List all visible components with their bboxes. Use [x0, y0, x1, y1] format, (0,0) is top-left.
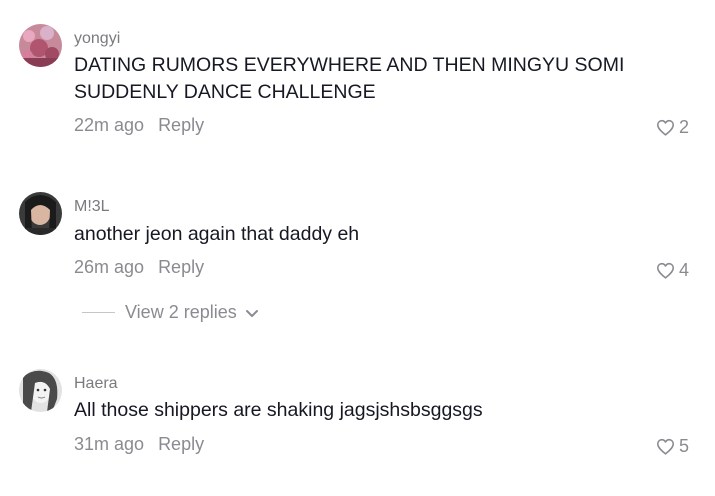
comment-text: another jeon again that daddy eh	[74, 223, 360, 245]
like-count: 4	[678, 260, 689, 280]
heart-outline-icon	[656, 262, 675, 279]
reply-button[interactable]: Reply	[158, 115, 204, 135]
comment-text: All those shippers are shaking jagsjshsb…	[74, 399, 483, 421]
view-replies-button[interactable]: View 2 replies	[82, 302, 259, 323]
chevron-down-icon	[245, 302, 259, 323]
comment-meta: 31m ago Reply	[74, 434, 204, 455]
view-replies-label: View 2 replies	[125, 302, 237, 322]
divider-line	[82, 312, 115, 313]
like-button[interactable]: 5	[656, 436, 689, 457]
reply-button[interactable]: Reply	[158, 257, 204, 277]
avatar[interactable]	[19, 369, 62, 412]
comment-meta: 26m ago Reply	[74, 257, 204, 278]
avatar[interactable]	[19, 192, 62, 235]
comment-timestamp: 26m ago	[74, 257, 145, 277]
like-button[interactable]: 2	[656, 117, 689, 138]
like-count: 2	[678, 117, 689, 137]
comment-username[interactable]: M!3L	[74, 198, 110, 216]
comment-text: DATING RUMORS EVERYWHERE AND THEN MINGYU…	[74, 54, 625, 103]
like-count: 5	[678, 436, 689, 456]
reply-button[interactable]: Reply	[158, 434, 204, 454]
comment-username[interactable]: Haera	[74, 375, 118, 393]
avatar[interactable]	[19, 24, 62, 67]
comment-timestamp: 31m ago	[74, 434, 145, 454]
like-button[interactable]: 4	[656, 260, 689, 281]
comment-timestamp: 22m ago	[74, 115, 145, 135]
comment-username[interactable]: yongyi	[74, 30, 120, 48]
heart-outline-icon	[656, 438, 675, 455]
heart-outline-icon	[656, 119, 675, 136]
comment-meta: 22m ago Reply	[74, 115, 204, 136]
